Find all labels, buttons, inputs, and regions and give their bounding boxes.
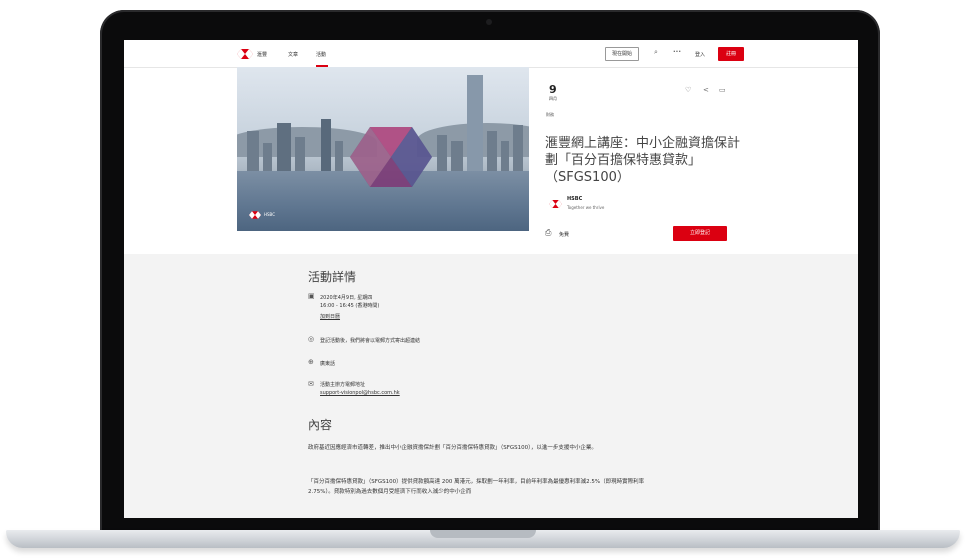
building-shape <box>335 141 343 171</box>
hero-logo-text: HSBC <box>264 212 276 217</box>
content-paragraph: 政府基近因應經濟市道轉差，推出中小企融資擔保計劃「百分百擔保特惠貸款」（SFGS… <box>308 445 597 451</box>
event-month: 四月 <box>549 96 557 101</box>
hsbc-hexagon-graphic <box>350 127 432 187</box>
building-shape <box>451 141 463 171</box>
building-shape <box>247 131 259 171</box>
more-icon[interactable]: ··· <box>673 48 681 56</box>
organizer-tagline: Together we thrive <box>567 205 605 210</box>
hsbc-logo-icon[interactable] <box>237 49 253 59</box>
event-location: 登記活動後，我們將會以電郵方式寄出超連結 <box>320 338 421 344</box>
laptop-hinge-notch <box>430 530 536 538</box>
mail-icon: ✉ <box>308 380 314 388</box>
contact-label: 活動主辦方電郵地址 <box>320 382 366 388</box>
event-category[interactable]: 財務 <box>546 112 554 118</box>
event-banner-image: HSBC <box>237 67 529 231</box>
camera-icon <box>486 19 492 25</box>
building-shape <box>437 135 447 171</box>
event-language: 廣東話 <box>320 361 336 367</box>
browser-screen: 滙豐 文章 活動 現在開始 ⌕ ··· 登入 註冊 HSBC 9 四月 財務 ♡… <box>124 40 858 518</box>
building-shape <box>513 125 523 171</box>
event-day: 9 <box>549 83 557 96</box>
content-heading: 內容 <box>308 418 333 432</box>
globe-icon: ⊕ <box>308 358 314 366</box>
content-paragraph: 「百分百擔保特惠貸款」（SFGS100）提供貸款額高達 200 萬港元，採取劃一… <box>308 479 645 495</box>
add-to-calendar-link[interactable]: 加到日曆 <box>320 313 340 320</box>
organizer-name[interactable]: HSBC <box>567 196 582 202</box>
building-shape <box>277 123 291 171</box>
start-now-button[interactable]: 現在開始 <box>605 47 639 61</box>
building-shape <box>487 131 497 171</box>
contact-email-link[interactable]: support-visionpol@hsbc.com.hk <box>320 390 400 396</box>
event-time: 16:00 - 16:45 (香港時間) <box>320 303 380 309</box>
details-heading: 活動詳情 <box>308 270 357 284</box>
building-shape <box>321 119 331 171</box>
search-icon[interactable]: ⌕ <box>654 48 658 57</box>
heart-icon[interactable]: ♡ <box>685 86 691 94</box>
building-shape <box>501 141 509 171</box>
signup-button[interactable]: 立即登記 <box>673 226 727 241</box>
register-button[interactable]: 註冊 <box>718 47 744 61</box>
brand-name[interactable]: 滙豐 <box>257 51 267 58</box>
event-title: 滙豐網上講座：中小企融資擔保計劃「百分百擔保特惠貸款」（SFGS100） <box>545 136 741 185</box>
bookmark-icon[interactable]: ▭ <box>719 86 726 94</box>
event-price: 免費 <box>559 232 570 238</box>
tower-shape <box>467 75 483 171</box>
ticket-icon: ⎙ <box>545 228 552 237</box>
location-pin-icon: ◎ <box>308 335 315 343</box>
nav-item-events[interactable]: 活動 <box>316 51 326 58</box>
hsbc-logo-icon <box>249 211 261 219</box>
calendar-icon: ▣ <box>308 292 315 300</box>
share-icon[interactable]: < <box>703 86 709 94</box>
event-date: 2020年4月9日, 星期四 <box>320 295 373 301</box>
building-shape <box>295 137 305 171</box>
building-shape <box>263 143 272 171</box>
top-nav: 滙豐 文章 活動 現在開始 ⌕ ··· 登入 註冊 <box>124 40 858 68</box>
nav-item-articles[interactable]: 文章 <box>288 51 298 58</box>
login-link[interactable]: 登入 <box>695 51 705 58</box>
organizer-logo-icon[interactable] <box>549 200 562 208</box>
